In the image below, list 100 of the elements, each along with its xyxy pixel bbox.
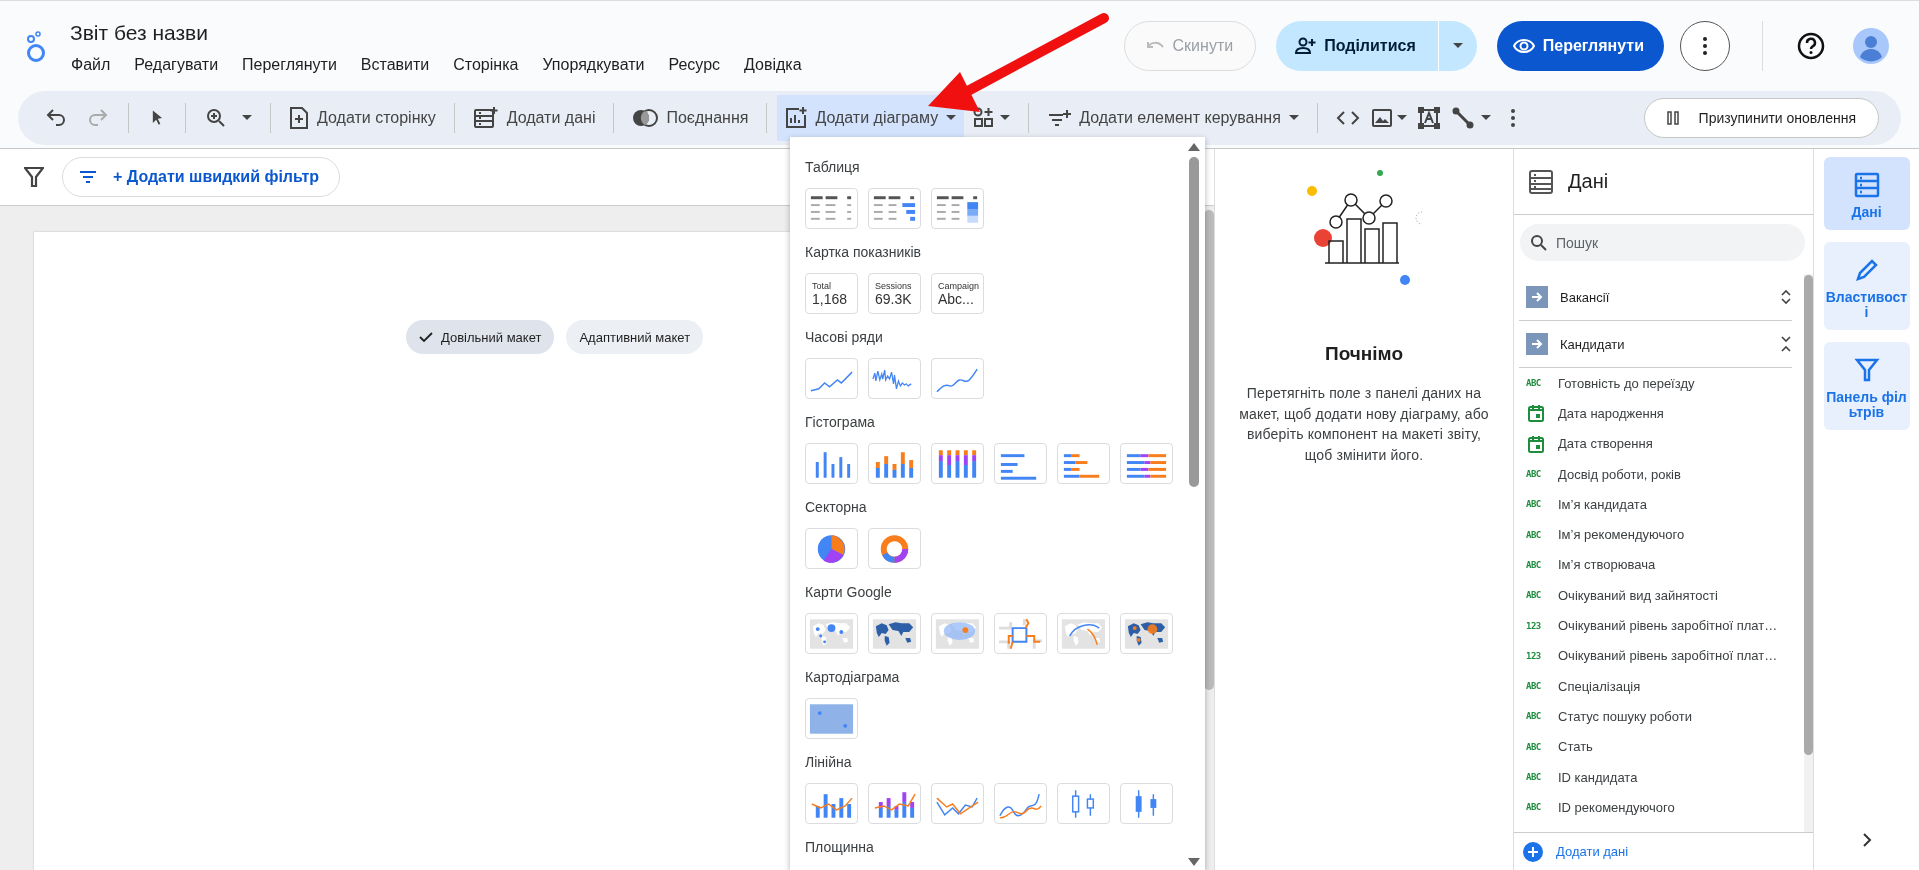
- scorecard-option[interactable]: Sessions 69.3K: [868, 273, 921, 314]
- more-button[interactable]: [1680, 21, 1730, 71]
- menu-item[interactable]: Сторінка: [441, 54, 531, 76]
- scroll-up-icon[interactable]: [1188, 143, 1200, 151]
- chart-type-option[interactable]: [805, 613, 858, 654]
- chart-type-option[interactable]: [868, 528, 921, 569]
- caret-icon: [946, 115, 957, 121]
- field-name[interactable]: Дата створення: [1558, 436, 1653, 452]
- field-name[interactable]: Ім’я кандидата: [1558, 496, 1647, 512]
- caret-icon: [1480, 115, 1491, 121]
- caret-icon: [1288, 115, 1299, 121]
- avatar-icon[interactable]: [1853, 28, 1889, 64]
- data-source-name[interactable]: Кандидати: [1560, 336, 1768, 352]
- field-name[interactable]: Готовність до переїзду: [1558, 375, 1695, 391]
- chart-type-option[interactable]: [805, 188, 858, 229]
- report-title[interactable]: Звіт без назви: [70, 19, 814, 47]
- chart-type-option[interactable]: [805, 783, 858, 824]
- menu-item[interactable]: Ресурс: [656, 54, 733, 76]
- chart-type-option[interactable]: [994, 443, 1047, 484]
- filter-icon[interactable]: [24, 166, 44, 188]
- chart-type-option[interactable]: [868, 358, 921, 399]
- quick-filter-button[interactable]: + Додати швидкий фільтр: [62, 157, 341, 197]
- chart-type-option[interactable]: [805, 443, 858, 484]
- logo-icon: [24, 31, 48, 63]
- data-table-icon: [1852, 171, 1881, 199]
- field-name[interactable]: Спеціалізація: [1558, 678, 1641, 694]
- side-panel-tab[interactable]: Властивості: [1823, 242, 1910, 330]
- field-type-label: ABC: [1526, 499, 1542, 510]
- field-name[interactable]: Ім’я створювача: [1558, 557, 1656, 573]
- scrollbar[interactable]: [1189, 157, 1199, 487]
- collapse-icon[interactable]: [1780, 335, 1792, 353]
- pause-updates-button[interactable]: Призупинити оновлення: [1643, 98, 1879, 138]
- eye-icon: [1512, 38, 1535, 54]
- chart-type-option[interactable]: [1057, 443, 1110, 484]
- help-icon[interactable]: [1797, 32, 1825, 60]
- toolbar-button[interactable]: Додати дані: [464, 98, 604, 138]
- chart-type-option[interactable]: [868, 783, 921, 824]
- field-name[interactable]: Досвід роботи, років: [1558, 466, 1681, 482]
- field-name[interactable]: Ім’я рекомендуючого: [1558, 527, 1685, 543]
- check-icon: [419, 332, 433, 342]
- chart-type-option[interactable]: [805, 528, 858, 569]
- field-type-label: ABC: [1526, 529, 1542, 540]
- scorecard-option[interactable]: Total 1,168: [805, 273, 858, 314]
- chevron-right-icon[interactable]: [1861, 832, 1872, 848]
- search-field[interactable]: Пошук: [1520, 224, 1805, 261]
- add-page-icon: [289, 106, 309, 130]
- layout-option[interactable]: Адаптивний макет: [566, 320, 704, 354]
- menu-item[interactable]: Довідка: [732, 54, 814, 76]
- chart-type-option[interactable]: [868, 188, 921, 229]
- field-type-label: ABC: [1526, 469, 1542, 480]
- field-name[interactable]: Дата народження: [1558, 405, 1664, 421]
- pause-icon: [1666, 111, 1679, 125]
- data-source-icon: [1526, 286, 1548, 308]
- text-box-icon[interactable]: [1416, 106, 1441, 130]
- menu-item[interactable]: Редагувати: [122, 54, 231, 76]
- chart-type-option[interactable]: [1120, 443, 1173, 484]
- menu-item[interactable]: Файл: [70, 54, 123, 76]
- menu-item[interactable]: Переглянути: [230, 54, 349, 76]
- filter-icon: [1852, 356, 1881, 384]
- expand-icon[interactable]: [1780, 288, 1792, 306]
- section-title: Лінійна: [805, 754, 853, 772]
- chart-type-option[interactable]: [994, 613, 1047, 654]
- field-name[interactable]: Статус пошуку роботи: [1558, 708, 1692, 724]
- side-panel-tab[interactable]: Панель фільтрів: [1823, 342, 1910, 430]
- chart-type-option[interactable]: [994, 783, 1047, 824]
- field-name[interactable]: Очікуваний рівень заробітної плат…: [1558, 618, 1778, 633]
- field-name[interactable]: ID рекомендуючого: [1558, 799, 1675, 815]
- chart-type-option[interactable]: [1120, 613, 1173, 654]
- chart-type-option[interactable]: [931, 783, 984, 824]
- menu-item[interactable]: Вставити: [348, 54, 442, 76]
- chart-type-option[interactable]: [931, 443, 984, 484]
- chart-type-option[interactable]: [868, 443, 921, 484]
- field-type-label: 123: [1526, 650, 1542, 661]
- dropdown-button[interactable]: Додати елемент керування: [1039, 98, 1307, 138]
- section-title: Гістограма: [805, 414, 876, 432]
- plus-icon: [1522, 840, 1544, 863]
- chart-type-option[interactable]: [1057, 783, 1110, 824]
- field-type-label: ABC: [1526, 559, 1542, 570]
- data-source-name[interactable]: Вакансії: [1560, 289, 1768, 305]
- scorecard-option[interactable]: Campaign Abc...: [931, 273, 984, 314]
- image-icon[interactable]: [1369, 106, 1394, 130]
- layout-option[interactable]: Довільний макет: [406, 320, 555, 354]
- chart-type-option[interactable]: [1120, 783, 1173, 824]
- add-data-button[interactable]: Додати дані: [1522, 840, 1629, 863]
- menu-item[interactable]: Упорядкувати: [530, 54, 657, 76]
- field-name[interactable]: Очікуваний вид зайнятості: [1558, 587, 1718, 603]
- toolbar-button[interactable]: Поєднання: [624, 98, 757, 138]
- chart-type-option[interactable]: [931, 188, 984, 229]
- scrollbar[interactable]: [1204, 210, 1214, 690]
- share-button[interactable]: Поділитися: [1276, 21, 1438, 71]
- line-icon[interactable]: [1450, 106, 1475, 130]
- toolbar-button[interactable]: Додати сторінку: [281, 98, 444, 138]
- scrollbar[interactable]: [1804, 275, 1813, 755]
- scroll-down-icon[interactable]: [1188, 858, 1200, 866]
- view-button[interactable]: Переглянути: [1496, 21, 1664, 71]
- field-name[interactable]: Стать: [1558, 739, 1593, 755]
- more-icon[interactable]: [1510, 109, 1515, 127]
- field-name[interactable]: ID кандидата: [1558, 769, 1638, 785]
- chart-type-option[interactable]: [868, 613, 921, 654]
- field-name[interactable]: Очікуваний рівень заробітної плат…: [1558, 648, 1778, 664]
